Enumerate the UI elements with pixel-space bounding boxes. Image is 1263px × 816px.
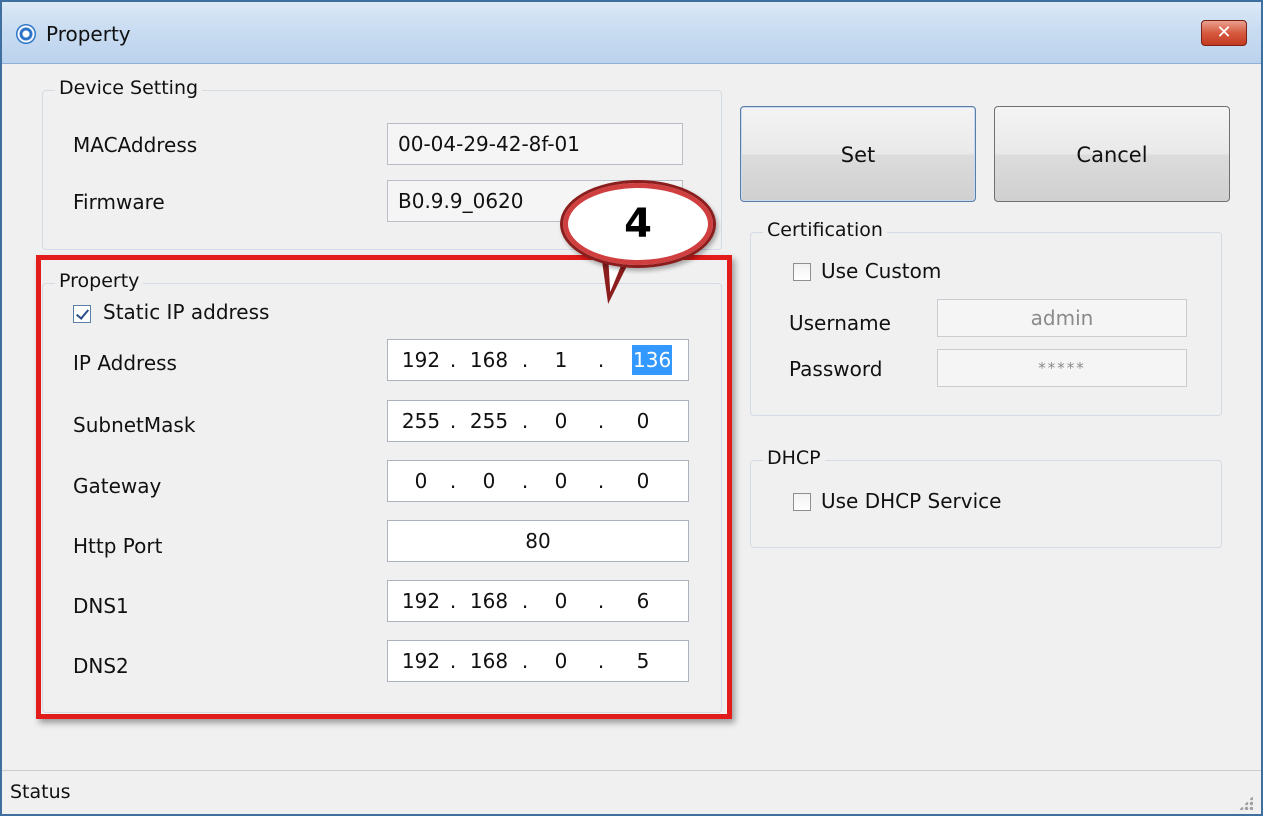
password-field: *****: [937, 349, 1187, 387]
set-button[interactable]: Set: [740, 106, 976, 202]
window-title: Property: [46, 22, 131, 46]
annotation-highlight-box: [36, 255, 732, 719]
certification-title: Certification: [763, 219, 887, 241]
status-text: Status: [10, 781, 71, 803]
use-dhcp-checkbox[interactable]: [793, 493, 811, 511]
dhcp-title: DHCP: [763, 447, 825, 469]
certification-group: Certification Use Custom Username admin …: [750, 219, 1222, 416]
resize-grip-icon[interactable]: [1239, 796, 1253, 810]
close-button[interactable]: ✕: [1201, 20, 1247, 46]
mac-address-field: 00-04-29-42-8f-01: [387, 123, 683, 165]
mac-address-label: MACAddress: [73, 133, 198, 157]
title-bar[interactable]: Property ✕: [2, 2, 1261, 64]
username-field: admin: [937, 299, 1187, 337]
use-custom-checkbox[interactable]: [793, 263, 811, 281]
username-label: Username: [789, 311, 891, 335]
firmware-label: Firmware: [73, 190, 165, 214]
use-custom-label[interactable]: Use Custom: [821, 259, 941, 283]
step-callout-bubble: 4: [560, 180, 716, 268]
device-setting-title: Device Setting: [55, 77, 203, 99]
dhcp-group: DHCP Use DHCP Service: [750, 447, 1222, 548]
cancel-button[interactable]: Cancel: [994, 106, 1230, 202]
use-dhcp-label[interactable]: Use DHCP Service: [821, 489, 1001, 513]
app-icon: [16, 24, 36, 44]
property-window: Property ✕ Device Setting MACAddress 00-…: [0, 0, 1263, 816]
status-bar: Status: [2, 770, 1261, 814]
password-label: Password: [789, 357, 883, 381]
dialog-body: Device Setting MACAddress 00-04-29-42-8f…: [2, 64, 1261, 770]
